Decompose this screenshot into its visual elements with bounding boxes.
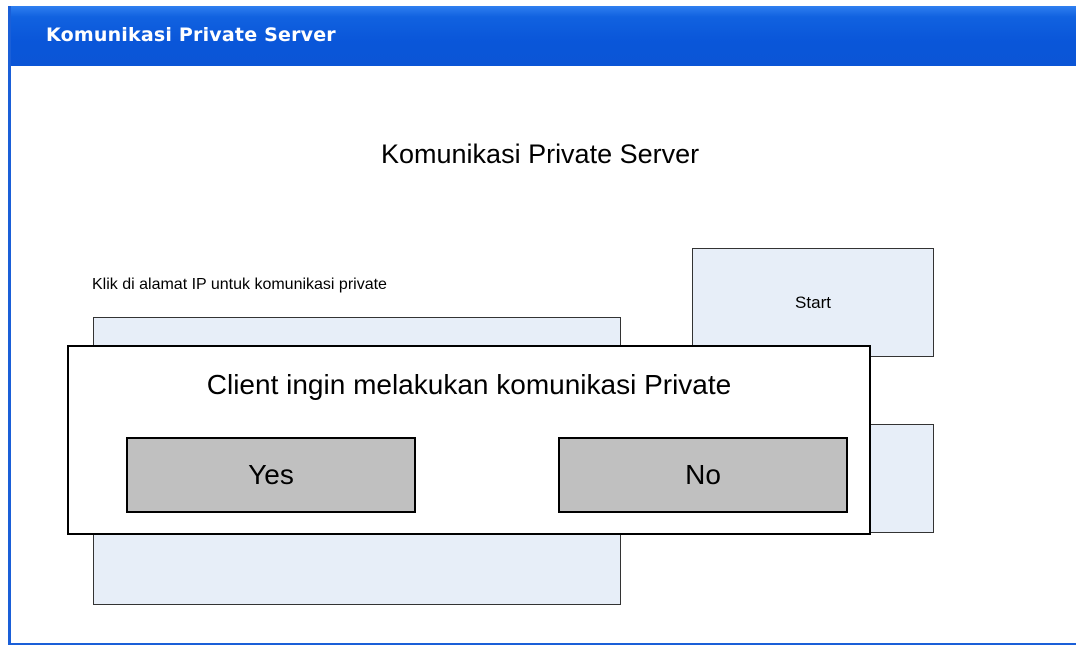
private-request-dialog: Client ingin melakukan komunikasi Privat… (67, 345, 871, 535)
no-button[interactable]: No (558, 437, 848, 513)
ip-list-label: Klik di alamat IP untuk komunikasi priva… (92, 276, 387, 293)
yes-button-label: Yes (248, 459, 294, 490)
title-bar[interactable]: Komunikasi Private Server (11, 6, 1076, 66)
page-title: Komunikasi Private Server (381, 139, 700, 169)
app-window: Komunikasi Private Server Komunikasi Pri… (8, 6, 1076, 645)
yes-button[interactable]: Yes (126, 437, 416, 513)
dialog-message: Client ingin melakukan komunikasi Privat… (206, 369, 732, 400)
no-button-label: No (685, 459, 721, 490)
start-button-label: Start (795, 292, 831, 312)
window-title: Komunikasi Private Server (46, 24, 336, 46)
start-button[interactable]: Start (692, 248, 934, 357)
